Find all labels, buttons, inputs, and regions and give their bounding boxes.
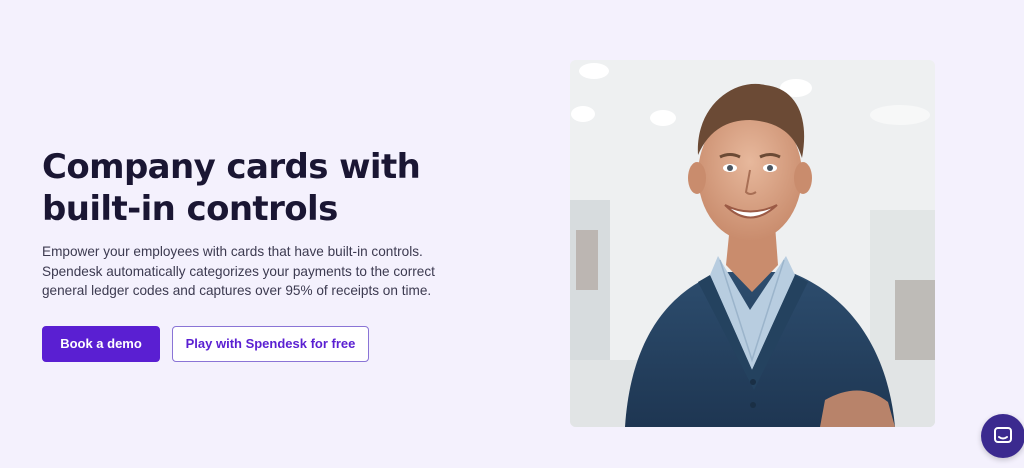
hero-section: Company cards with built-in controls Emp… — [42, 146, 482, 362]
headline-line-2: built-in controls — [42, 189, 338, 229]
chat-launcher-button[interactable] — [981, 414, 1024, 458]
chat-icon — [994, 427, 1012, 443]
description-line-2: Spendesk automatically categorizes your … — [42, 263, 435, 279]
play-with-spendesk-button[interactable]: Play with Spendesk for free — [172, 325, 369, 362]
description-line-1: Empower your employees with cards that h… — [42, 244, 423, 259]
headline-line-1: Company cards with — [42, 147, 421, 187]
hero-description: Empower your employees with cards that h… — [42, 242, 452, 301]
description-line-3: general ledger codes and captures over 9… — [42, 283, 432, 298]
hero-headline: Company cards with built-in controls — [42, 146, 482, 230]
hero-actions: Book a demo Play with Spendesk for free — [42, 325, 482, 362]
hero-photo — [570, 60, 935, 427]
hero-photo-illustration — [570, 60, 935, 427]
book-demo-button[interactable]: Book a demo — [42, 325, 160, 362]
